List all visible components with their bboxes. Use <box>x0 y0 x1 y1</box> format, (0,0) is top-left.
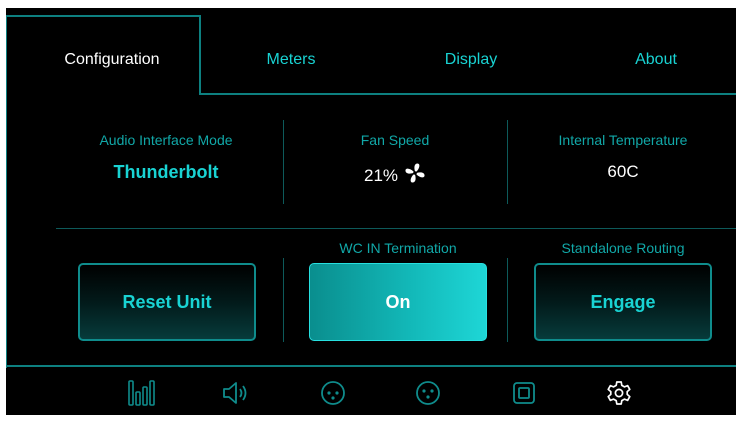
wc-termination-label: WC IN Termination <box>339 240 457 256</box>
fan-speed-label: Fan Speed <box>360 132 430 148</box>
internal-temperature: Internal Temperature 60C <box>512 132 734 182</box>
standalone-routing-engage-button[interactable]: Engage <box>534 263 712 341</box>
tab-about[interactable]: About <box>581 16 731 104</box>
divider-bottom-2 <box>507 258 508 342</box>
fan-speed-value: 21% <box>363 165 399 185</box>
fan-speed-row: 21% <box>364 162 426 189</box>
tab-display[interactable]: Display <box>396 16 546 104</box>
audio-interface-mode-value: Thunderbolt <box>113 162 219 182</box>
device-screen: Configuration Meters Display About Audio… <box>6 8 736 415</box>
internal-temperature-label: Internal Temperature <box>558 132 688 148</box>
speaker-icon[interactable] <box>219 376 253 410</box>
xlr-output-icon[interactable] <box>411 376 445 410</box>
fan-icon <box>404 162 426 189</box>
settings-icon[interactable] <box>602 376 636 410</box>
xlr-input-icon[interactable] <box>316 376 350 410</box>
tab-configuration[interactable]: Configuration <box>16 16 208 104</box>
standalone-routing-label: Standalone Routing <box>561 240 685 256</box>
wc-termination-toggle[interactable]: On <box>309 263 487 341</box>
divider-top-2 <box>507 120 508 204</box>
reset-unit-button[interactable]: Reset Unit <box>78 263 256 341</box>
divider-middle <box>56 228 736 229</box>
square-icon[interactable] <box>507 376 541 410</box>
audio-interface-mode: Audio Interface Mode Thunderbolt <box>56 132 276 183</box>
internal-temperature-value: 60C <box>607 162 639 181</box>
meters-icon[interactable] <box>125 376 159 410</box>
audio-interface-mode-label: Audio Interface Mode <box>99 132 233 148</box>
fan-speed: Fan Speed 21% <box>284 132 506 189</box>
tab-meters[interactable]: Meters <box>216 16 366 104</box>
divider-bottom-1 <box>283 258 284 342</box>
